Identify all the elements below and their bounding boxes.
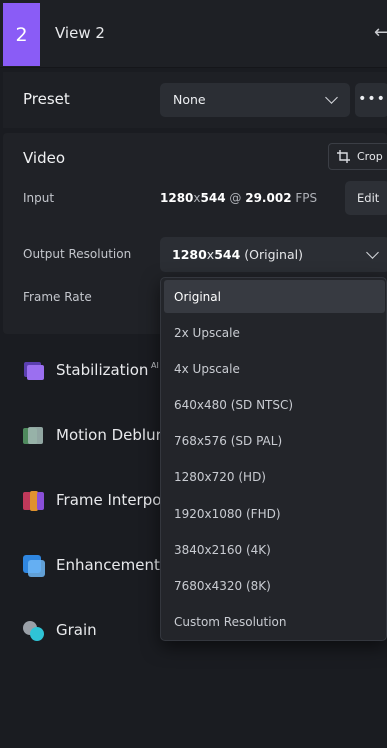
edit-button-label: Edit xyxy=(357,191,380,205)
dropdown-option[interactable]: 1280x720 (HD) xyxy=(164,460,385,493)
dropdown-option[interactable]: 7680x4320 (8K) xyxy=(164,569,385,602)
feature-label: Motion Deblur xyxy=(56,426,162,444)
feature-motion-deblur[interactable]: Motion Deblur xyxy=(22,424,162,448)
more-options-button[interactable]: ••• xyxy=(355,83,387,117)
collapse-arrow-icon[interactable]: ← xyxy=(374,22,387,43)
dropdown-option[interactable]: Original xyxy=(164,280,385,313)
dropdown-option[interactable]: 2x Upscale xyxy=(164,316,385,349)
motion-deblur-icon xyxy=(23,427,43,444)
top-bar: 2 View 2 ← xyxy=(0,0,387,68)
feature-grain[interactable]: Grain xyxy=(22,619,162,643)
crop-icon xyxy=(337,150,350,163)
preset-label: Preset xyxy=(23,90,70,108)
dropdown-option[interactable]: 768x576 (SD PAL) xyxy=(164,424,385,457)
chevron-down-icon xyxy=(366,246,379,259)
preset-row: Preset None ••• xyxy=(3,72,387,128)
preset-value: None xyxy=(173,92,206,107)
dropdown-option[interactable]: Custom Resolution xyxy=(164,605,385,638)
dropdown-option[interactable]: 1920x1080 (FHD) xyxy=(164,497,385,530)
stabilization-icon xyxy=(24,362,44,380)
dropdown-option[interactable]: 3840x2160 (4K) xyxy=(164,533,385,566)
feature-enhancement[interactable]: Enhancement xyxy=(22,554,162,578)
feature-label: Enhancement xyxy=(56,556,160,574)
view-number-badge[interactable]: 2 xyxy=(3,3,40,66)
feature-label: Grain xyxy=(56,621,97,639)
output-resolution-label: Output Resolution xyxy=(23,247,132,261)
feature-label: Stabilization xyxy=(56,361,149,379)
dropdown-option[interactable]: 4x Upscale xyxy=(164,352,385,385)
dropdown-option[interactable]: 640x480 (SD NTSC) xyxy=(164,388,385,421)
grain-icon xyxy=(23,621,44,641)
ai-badge: AI xyxy=(151,361,159,370)
preset-select[interactable]: None xyxy=(160,83,350,117)
feature-stabilization[interactable]: Stabilization xyxy=(22,359,162,383)
edit-input-button[interactable]: Edit xyxy=(345,181,387,215)
output-resolution-value: 1280x544 (Original) xyxy=(172,247,303,262)
feature-frame-interpolation[interactable]: Frame Interpo xyxy=(22,489,162,513)
video-section-title: Video xyxy=(23,149,66,167)
input-label: Input xyxy=(23,191,55,205)
crop-button[interactable]: Crop xyxy=(328,143,387,170)
crop-button-label: Crop xyxy=(357,150,383,163)
view-title: View 2 xyxy=(55,24,105,42)
feature-label: Frame Interpo xyxy=(56,491,162,509)
frame-interpolation-icon xyxy=(23,491,44,511)
chevron-down-icon xyxy=(325,91,338,104)
enhancement-icon xyxy=(23,555,45,577)
output-resolution-select[interactable]: 1280x544 (Original) xyxy=(160,237,387,272)
input-value: 1280x544 @ 29.002 FPS xyxy=(160,191,318,205)
output-resolution-dropdown: Original 2x Upscale 4x Upscale 640x480 (… xyxy=(160,277,387,641)
frame-rate-label: Frame Rate xyxy=(23,290,92,304)
